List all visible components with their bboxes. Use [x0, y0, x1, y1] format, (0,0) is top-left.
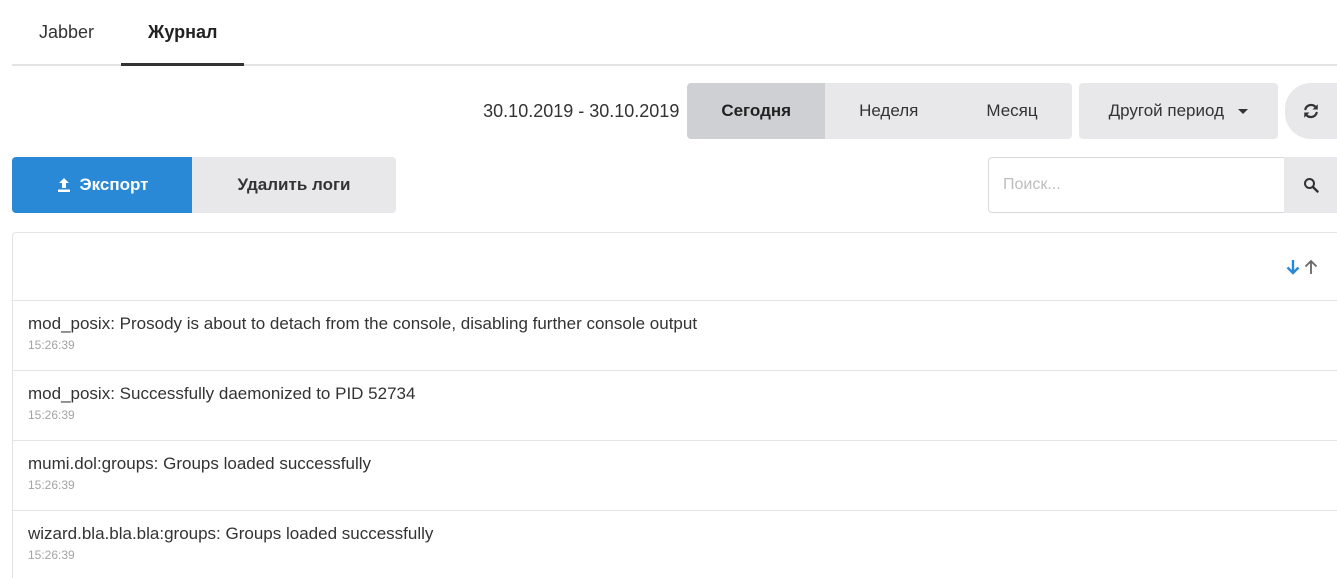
arrow-up-icon[interactable]: [1303, 258, 1319, 276]
log-header: [13, 233, 1337, 301]
tab-journal-label: Журнал: [148, 21, 218, 42]
search-icon: [1303, 178, 1319, 193]
refresh-icon: [1304, 103, 1318, 119]
delete-logs-button[interactable]: Удалить логи: [192, 157, 396, 213]
period-month-button[interactable]: Месяц: [952, 83, 1072, 139]
log-entry: mod_posix: Successfully daemonized to PI…: [13, 371, 1337, 441]
log-time: 15:26:39: [28, 478, 75, 492]
refresh-button[interactable]: [1285, 83, 1337, 139]
log-message: wizard.bla.bla.bla:groups: Groups loaded…: [28, 524, 434, 543]
search-input[interactable]: [988, 157, 1284, 213]
date-range-label: 30.10.2019 - 30.10.2019: [483, 100, 680, 121]
period-selector: 30.10.2019 - 30.10.2019 Сегодня Неделя М…: [483, 83, 1337, 139]
other-period-label: Другой период: [1108, 101, 1224, 120]
log-panel: mod_posix: Prosody is about to detach fr…: [12, 232, 1337, 578]
export-button[interactable]: Экспорт: [12, 157, 192, 213]
export-label: Экспорт: [79, 175, 149, 194]
log-time: 15:26:39: [28, 338, 75, 352]
log-entry: mumi.dol:groups: Groups loaded successfu…: [13, 441, 1337, 511]
log-time: 15:26:39: [28, 548, 75, 562]
tab-journal[interactable]: Журнал: [121, 0, 245, 66]
caret-down-icon: [1238, 108, 1248, 114]
log-entry: wizard.bla.bla.bla:groups: Groups loaded…: [13, 511, 1337, 578]
tab-jabber[interactable]: Jabber: [12, 0, 121, 64]
search-box: [988, 157, 1337, 213]
tab-jabber-label: Jabber: [39, 21, 95, 42]
tab-bar: Jabber Журнал: [12, 0, 1337, 66]
other-period-dropdown[interactable]: Другой период: [1078, 83, 1278, 139]
upload-icon: [57, 178, 70, 192]
journal-page: Jabber Журнал 30.10.2019 - 30.10.2019 Се…: [0, 0, 1337, 578]
log-entry: mod_posix: Prosody is about to detach fr…: [13, 301, 1337, 371]
log-message: mumi.dol:groups: Groups loaded successfu…: [28, 454, 371, 473]
arrow-down-icon[interactable]: [1285, 258, 1301, 276]
period-week-button[interactable]: Неделя: [825, 83, 953, 139]
search-button[interactable]: [1284, 157, 1337, 213]
log-time: 15:26:39: [28, 408, 75, 422]
period-today-button[interactable]: Сегодня: [687, 83, 826, 139]
log-message: mod_posix: Prosody is about to detach fr…: [28, 314, 698, 333]
period-button-group: Сегодня Неделя Месяц: [687, 83, 1072, 139]
log-message: mod_posix: Successfully daemonized to PI…: [28, 384, 416, 403]
